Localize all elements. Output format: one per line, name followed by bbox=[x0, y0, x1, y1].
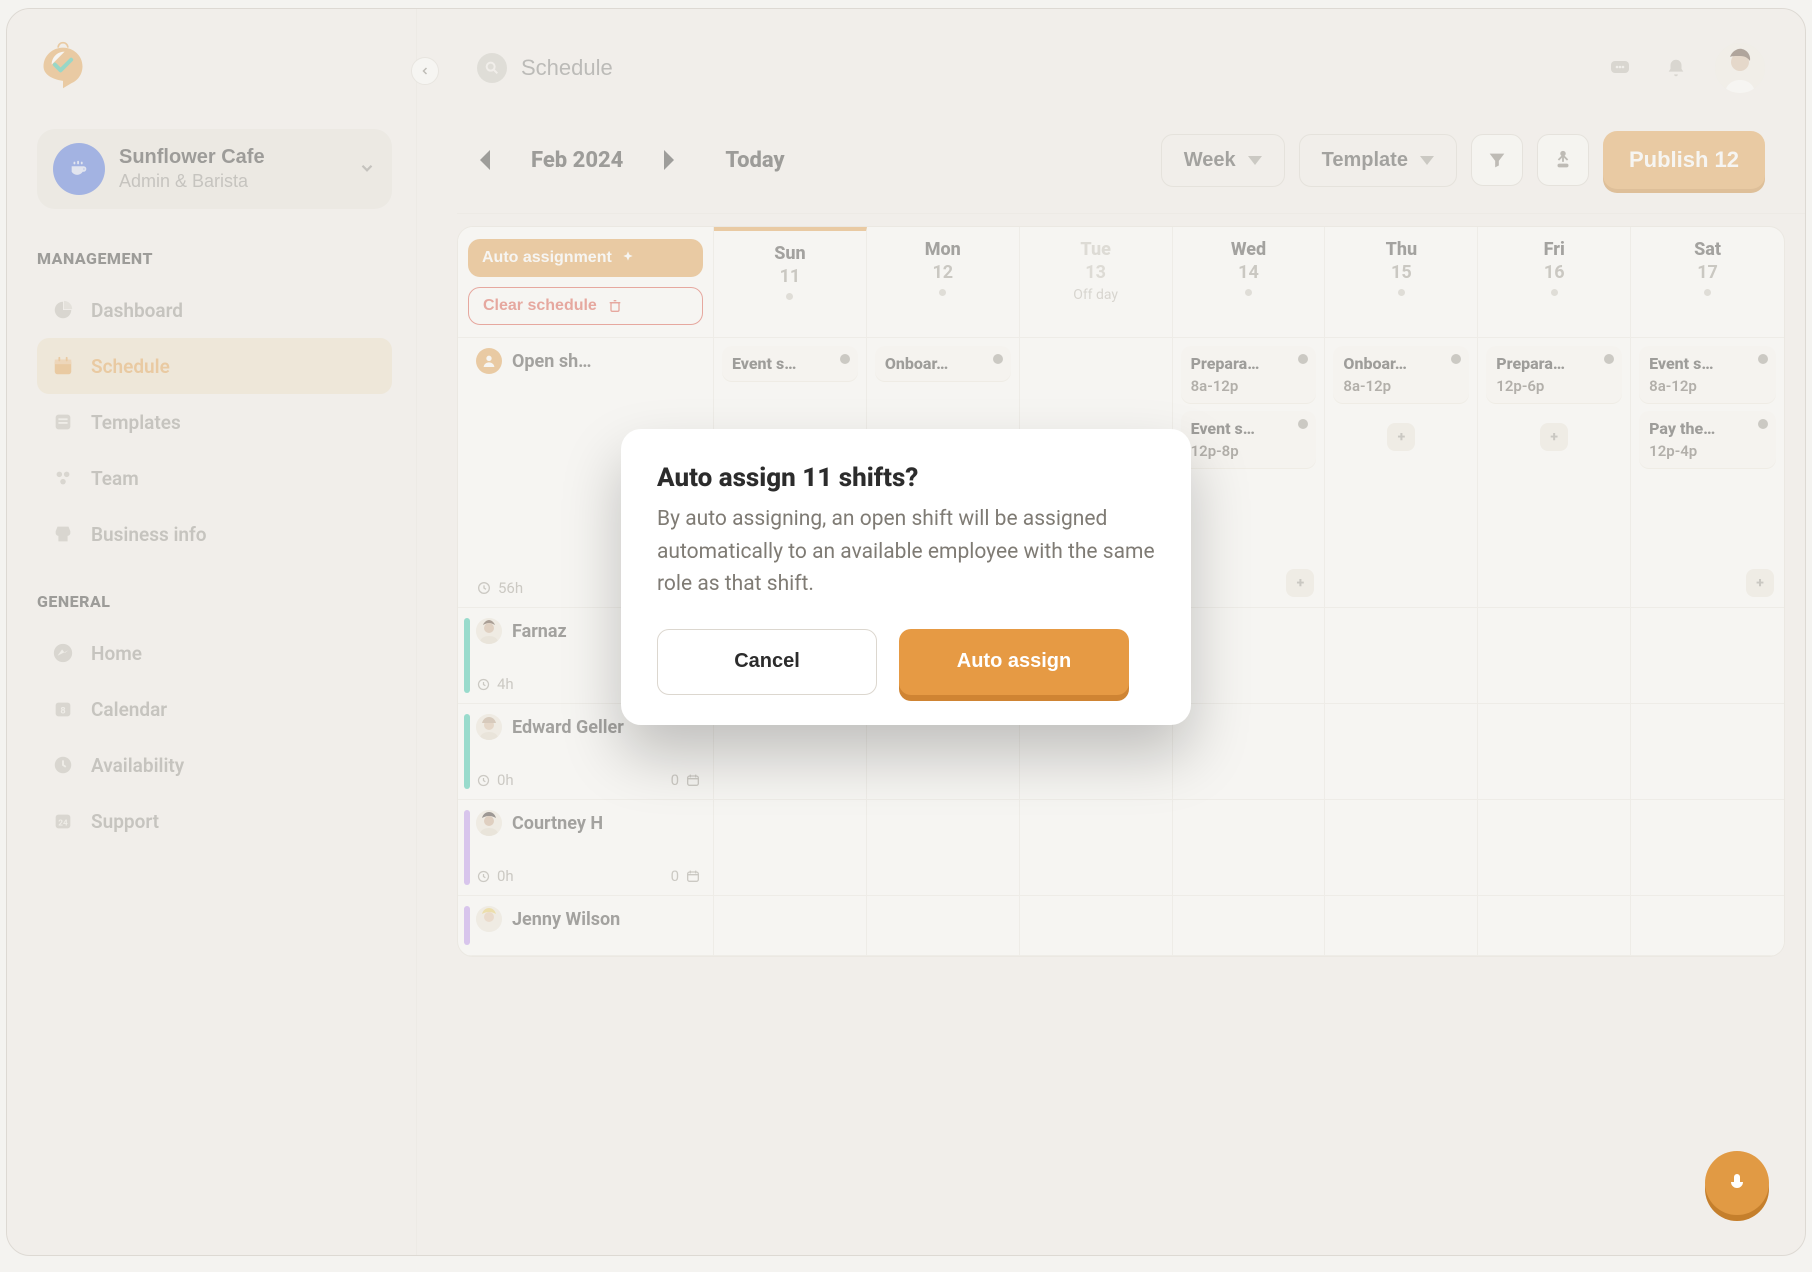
mic-icon bbox=[1725, 1171, 1749, 1195]
modal-title: Auto assign 11 shifts? bbox=[657, 463, 1155, 493]
auto-assign-modal: Auto assign 11 shifts? By auto assigning… bbox=[621, 429, 1191, 725]
modal-body: By auto assigning, an open shift will be… bbox=[657, 503, 1155, 601]
modal-overlay[interactable]: Auto assign 11 shifts? By auto assigning… bbox=[7, 9, 1805, 1255]
auto-assign-button[interactable]: Auto assign bbox=[899, 629, 1129, 695]
cancel-button[interactable]: Cancel bbox=[657, 629, 877, 695]
voice-fab[interactable] bbox=[1705, 1151, 1769, 1215]
app-frame: Sunflower Cafe Admin & Barista MANAGEMEN… bbox=[6, 8, 1806, 1256]
